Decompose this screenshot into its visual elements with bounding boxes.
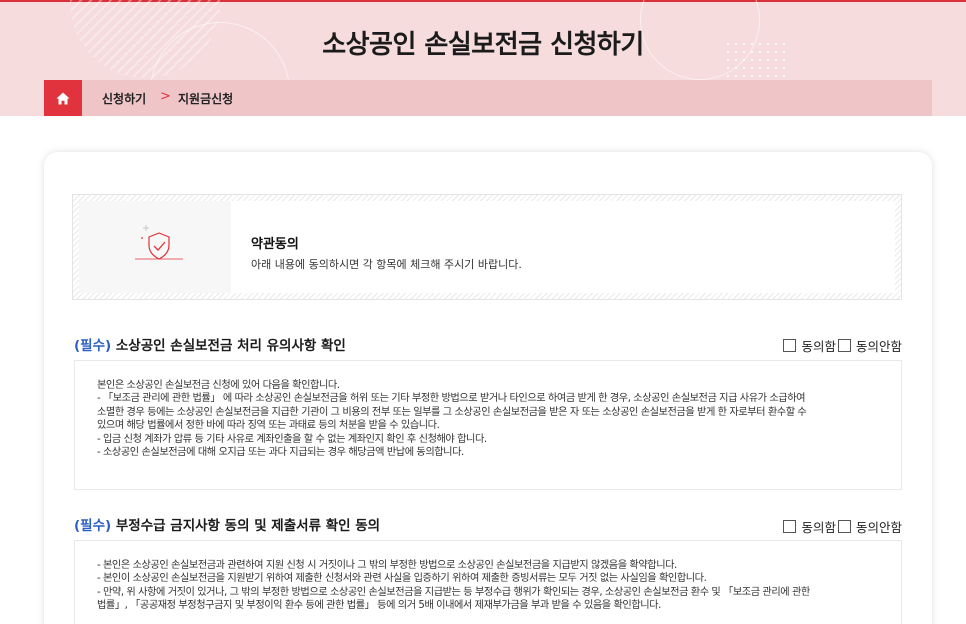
- agree-options: 동의함 동의안함: [783, 517, 902, 536]
- terms-info-box: 약관동의 아래 내용에 동의하시면 각 항목에 체크해 주시기 바랍니다.: [72, 194, 902, 300]
- required-label: (필수): [74, 338, 112, 354]
- disagree-option[interactable]: 동의안함: [837, 336, 902, 355]
- notice-line: - 소상공인 손실보전금에 대해 오지급 또는 과다 지급되는 경우 해당금액 …: [97, 447, 464, 459]
- disagree-checkbox[interactable]: [837, 520, 851, 533]
- shield-check-icon: [135, 225, 183, 260]
- notice-box-precautions: 본인은 소상공인 손실보전금 신청에 있어 다음을 확인합니다. - 「보조금 …: [74, 360, 902, 490]
- section-title-precautions: (필수) 소상공인 손실보전금 처리 유의사항 확인: [74, 334, 346, 354]
- notice-line: - 본인은 소상공인 손실보전금과 관련하여 지원 신청 시 거짓이나 그 밖의…: [97, 560, 677, 571]
- notice-line: - 입금 신청 계좌가 압류 등 기타 사유로 계좌인출을 할 수 없는 계좌인…: [97, 433, 487, 445]
- section-title-text: 부정수급 금지사항 동의 및 제출서류 확인 동의: [115, 518, 381, 534]
- terms-title: 약관동의: [251, 237, 299, 252]
- agree-option[interactable]: 동의함: [783, 336, 836, 355]
- breadcrumb: 신청하기 > 지원금신청: [44, 80, 932, 116]
- agree-checkbox[interactable]: [783, 339, 797, 352]
- notice-line: - 본인이 소상공인 손실보전금을 지원받기 위하여 제출한 신청서와 관련 사…: [97, 573, 707, 585]
- notice-line: - 만약, 위 사항에 거짓이 있거나, 그 밖의 부정한 방법으로 소상공인 …: [97, 586, 810, 598]
- section-title-text: 소상공인 손실보전금 처리 유의사항 확인: [115, 338, 346, 354]
- home-button[interactable]: [44, 80, 82, 116]
- disagree-label: 동의안함: [855, 520, 902, 535]
- home-icon: [56, 92, 70, 104]
- notice-line: 소멸한 경우 등에는 소상공인 손실보전금을 지급한 기관이 그 비용의 전부 …: [97, 406, 807, 418]
- breadcrumb-separator: >: [160, 89, 171, 104]
- terms-icon-area: [79, 201, 231, 293]
- agree-label: 동의함: [801, 520, 836, 535]
- required-label: (필수): [74, 518, 112, 534]
- agree-options: 동의함 동의안함: [783, 336, 902, 355]
- notice-line: 법률」, 「공공재정 부정청구금지 및 부정이익 환수 등에 관한 법률」 등에…: [97, 600, 661, 612]
- page-title: 소상공인 손실보전금 신청하기: [322, 30, 644, 60]
- notice-line: 있으며 해당 법률에서 정한 바에 따라 징역 또는 과태료 등의 처분을 받을…: [97, 420, 440, 432]
- agree-label: 동의함: [801, 339, 836, 354]
- agree-checkbox[interactable]: [783, 520, 797, 533]
- breadcrumb-item-apply[interactable]: 신청하기: [102, 90, 146, 107]
- section-title-fraud-prohibition: (필수) 부정수급 금지사항 동의 및 제출서류 확인 동의: [74, 514, 380, 534]
- notice-line: 본인은 소상공인 손실보전금 신청에 있어 다음을 확인합니다.: [97, 380, 340, 391]
- disagree-option[interactable]: 동의안함: [837, 517, 902, 536]
- breadcrumb-item-support-apply[interactable]: 지원금신청: [178, 90, 233, 107]
- disagree-checkbox[interactable]: [837, 339, 851, 352]
- notice-line: - 「보조금 관리에 관한 법률」 에 따라 소상공인 손실보전금을 허위 또는…: [97, 393, 806, 405]
- terms-description: 아래 내용에 동의하시면 각 항목에 체크해 주시기 바랍니다.: [251, 258, 522, 271]
- main-card: 약관동의 아래 내용에 동의하시면 각 항목에 체크해 주시기 바랍니다. (필…: [44, 152, 932, 624]
- agree-option[interactable]: 동의함: [783, 517, 836, 536]
- disagree-label: 동의안함: [855, 339, 902, 354]
- notice-box-fraud-prohibition: - 본인은 소상공인 손실보전금과 관련하여 지원 신청 시 거짓이나 그 밖의…: [74, 540, 902, 624]
